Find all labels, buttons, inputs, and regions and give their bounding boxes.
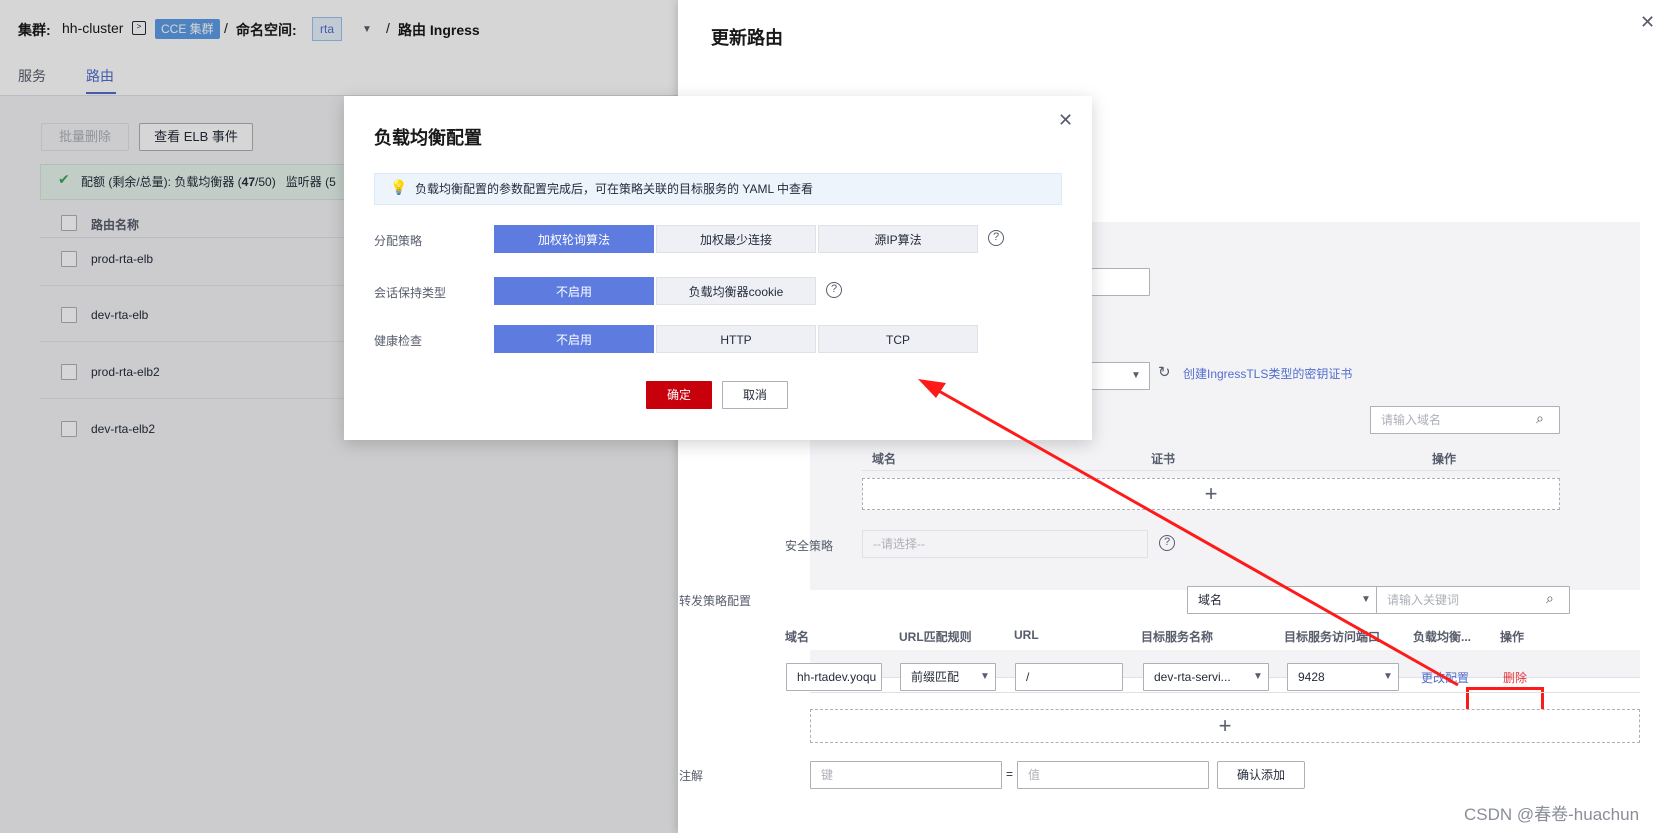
delete-link[interactable]: 删除 bbox=[1503, 669, 1527, 686]
annotation-value-input[interactable]: 值 bbox=[1017, 761, 1209, 789]
session-label: 会话保持类型 bbox=[374, 286, 447, 300]
drawer-title: 更新路由 bbox=[711, 28, 783, 48]
help-icon[interactable]: ? bbox=[1159, 535, 1175, 551]
column-operation: 操作 bbox=[1432, 452, 1457, 466]
column-domain: 域名 bbox=[872, 452, 897, 466]
algorithm-label: 分配策略 bbox=[374, 234, 423, 248]
session-disabled[interactable]: 不启用 bbox=[494, 277, 654, 305]
column-lb: 负载均衡... bbox=[1413, 630, 1472, 644]
divider bbox=[862, 470, 1560, 471]
help-icon[interactable]: ? bbox=[988, 230, 1004, 246]
algo-source-ip[interactable]: 源IP算法 bbox=[818, 225, 978, 253]
service-select[interactable]: dev-rta-servi... bbox=[1143, 663, 1269, 691]
health-check-label: 健康检查 bbox=[374, 334, 423, 348]
add-rule-button[interactable]: + bbox=[810, 709, 1640, 743]
divider bbox=[810, 692, 1640, 693]
refresh-icon[interactable]: ↻ bbox=[1158, 363, 1171, 381]
rule-domain-input[interactable]: hh-rtadev.yoqu bbox=[786, 663, 882, 691]
security-policy-label: 安全策略 bbox=[785, 539, 834, 553]
health-tcp[interactable]: TCP bbox=[818, 325, 978, 353]
security-policy-select[interactable]: --请选择-- bbox=[862, 530, 1148, 558]
close-icon[interactable]: ✕ bbox=[1058, 110, 1073, 131]
column-service-name: 目标服务名称 bbox=[1141, 630, 1214, 644]
url-input[interactable]: / bbox=[1015, 663, 1123, 691]
health-http[interactable]: HTTP bbox=[656, 325, 816, 353]
chevron-down-icon[interactable]: ▼ bbox=[1383, 671, 1393, 682]
health-disabled[interactable]: 不启用 bbox=[494, 325, 654, 353]
column-url: URL bbox=[1014, 628, 1039, 642]
change-config-link[interactable]: 更改配置 bbox=[1421, 669, 1469, 686]
annotation-label: 注解 bbox=[679, 769, 704, 783]
column-service-port: 目标服务访问端口 bbox=[1284, 630, 1381, 644]
algo-weighted-round-robin[interactable]: 加权轮询算法 bbox=[494, 225, 654, 253]
create-cert-link[interactable]: 创建IngressTLS类型的密钥证书 bbox=[1183, 365, 1352, 382]
chevron-down-icon[interactable]: ▼ bbox=[980, 671, 990, 682]
forward-policy-label: 转发策略配置 bbox=[679, 594, 752, 608]
chevron-down-icon[interactable]: ▼ bbox=[1361, 594, 1371, 605]
domain-search-input[interactable]: 请输入域名 bbox=[1370, 406, 1560, 434]
keyword-search-input[interactable]: 请输入关键词 bbox=[1376, 586, 1570, 614]
algo-weighted-least-conn[interactable]: 加权最少连接 bbox=[656, 225, 816, 253]
annotation-key-input[interactable]: 键 bbox=[810, 761, 1002, 789]
session-lb-cookie[interactable]: 负载均衡器cookie bbox=[656, 277, 816, 305]
column-url-match: URL匹配规则 bbox=[899, 630, 972, 644]
add-cert-button[interactable]: + bbox=[862, 478, 1560, 510]
column-domain: 域名 bbox=[785, 630, 810, 644]
info-banner: 负载均衡配置的参数配置完成后，可在策略关联的目标服务的 YAML 中查看 bbox=[374, 173, 1062, 205]
cancel-button[interactable]: 取消 bbox=[722, 381, 788, 409]
lightbulb-icon: 💡 bbox=[390, 179, 408, 195]
close-icon[interactable]: ✕ bbox=[1640, 12, 1655, 33]
filter-field-select[interactable]: 域名 bbox=[1187, 586, 1377, 614]
equals-sign: = bbox=[1006, 767, 1014, 781]
ok-button[interactable]: 确定 bbox=[646, 381, 712, 409]
help-icon[interactable]: ? bbox=[826, 282, 842, 298]
search-icon[interactable]: ⌕ bbox=[1546, 590, 1554, 607]
watermark: CSDN @春卷-huachun bbox=[1464, 805, 1640, 824]
chevron-down-icon[interactable]: ▼ bbox=[1131, 370, 1141, 381]
search-icon[interactable]: ⌕ bbox=[1536, 410, 1544, 427]
modal-title: 负载均衡配置 bbox=[374, 128, 482, 148]
column-cert: 证书 bbox=[1151, 452, 1176, 466]
confirm-add-button[interactable]: 确认添加 bbox=[1217, 761, 1305, 789]
column-operation: 操作 bbox=[1500, 630, 1525, 644]
chevron-down-icon[interactable]: ▼ bbox=[1253, 671, 1263, 682]
